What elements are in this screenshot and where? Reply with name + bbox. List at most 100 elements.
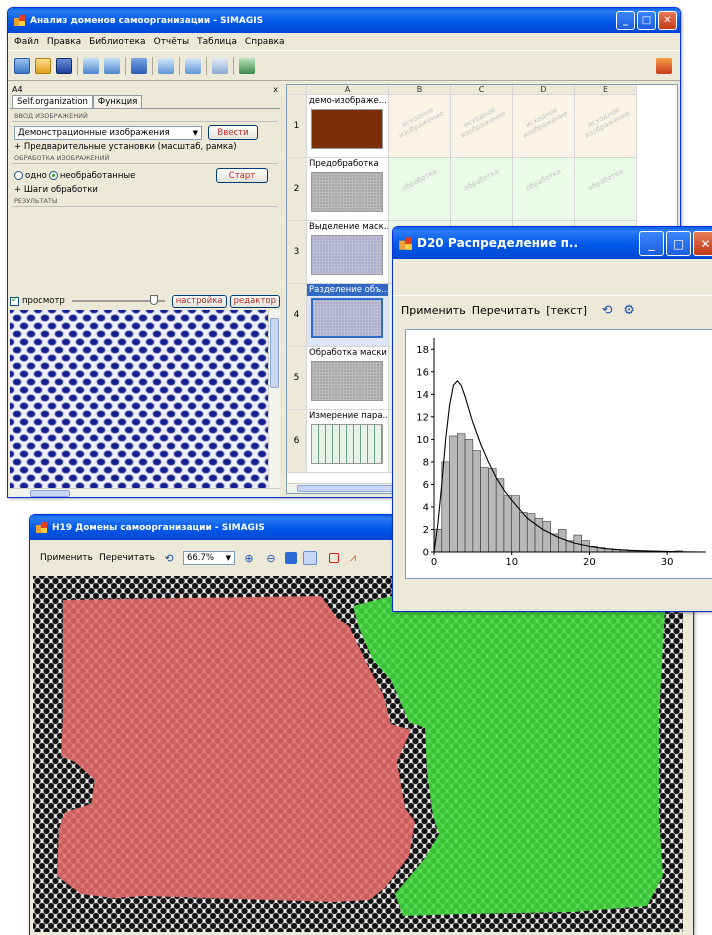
- zoom-in-icon[interactable]: ⊕: [241, 550, 257, 566]
- slider-thumb[interactable]: [149, 295, 158, 305]
- steps-expander[interactable]: + Шаги обработки: [12, 184, 278, 196]
- menu-table[interactable]: Таблица: [197, 37, 237, 47]
- tab-self-organization[interactable]: Self.organization: [12, 95, 93, 108]
- table-cell[interactable]: исходное изображение: [389, 95, 451, 158]
- close-button[interactable]: ✕: [658, 11, 677, 30]
- row-thumbnail: [311, 172, 383, 212]
- scroll-thumb[interactable]: [30, 490, 70, 497]
- new-table-icon[interactable]: [14, 57, 30, 74]
- table-cell[interactable]: обработка: [575, 158, 637, 221]
- apply-button[interactable]: Применить: [40, 553, 93, 563]
- main-titlebar[interactable]: Анализ доменов самоорганизации - SIMAGIS…: [8, 8, 680, 33]
- text-button[interactable]: [текст]: [546, 304, 587, 317]
- app-icon: [36, 522, 47, 533]
- run-icon[interactable]: ⟲: [599, 303, 615, 319]
- zoom-out-icon[interactable]: ⊖: [263, 550, 279, 566]
- table-row[interactable]: Обработка маски: [307, 347, 389, 410]
- histogram-bar: [495, 478, 505, 553]
- enter-button[interactable]: Ввести: [208, 125, 258, 140]
- rectangle-select-icon[interactable]: [328, 553, 339, 563]
- x-tick-label: 10: [505, 557, 518, 568]
- column-header[interactable]: C: [451, 85, 513, 95]
- column-header[interactable]: D: [513, 85, 575, 95]
- column-header[interactable]: E: [575, 85, 637, 95]
- import-icon[interactable]: [83, 57, 99, 74]
- table-cell[interactable]: обработка: [389, 158, 451, 221]
- save-icon[interactable]: [56, 57, 72, 74]
- x-tick-label: 20: [583, 557, 596, 568]
- editor-button[interactable]: редактор: [229, 294, 280, 308]
- histogram-bar: [503, 495, 513, 553]
- report-icon[interactable]: [212, 57, 228, 74]
- maximize-button[interactable]: □: [666, 231, 691, 256]
- menu-reports[interactable]: Отчёты: [154, 37, 190, 47]
- y-tick-label: 4: [423, 502, 429, 513]
- table-row[interactable]: Измерение пара...: [307, 410, 389, 473]
- chart-icon[interactable]: ⩘: [345, 550, 361, 566]
- table-row[interactable]: Предобработка: [307, 158, 389, 221]
- paste-icon[interactable]: [185, 57, 201, 74]
- chevron-down-icon: ▼: [225, 554, 231, 562]
- row-number[interactable]: 4: [287, 284, 307, 347]
- table-row[interactable]: Разделение объ...: [307, 284, 389, 347]
- settings-icon[interactable]: ⚙: [621, 303, 637, 319]
- radio-one[interactable]: [14, 171, 23, 180]
- row-number[interactable]: 6: [287, 410, 307, 473]
- scroll-thumb[interactable]: [270, 318, 279, 388]
- radio-one-label: одно: [25, 170, 47, 181]
- column-header[interactable]: B: [389, 85, 451, 95]
- tab-function[interactable]: Функция: [92, 95, 143, 108]
- preview-checkbox[interactable]: ✓: [10, 295, 19, 306]
- row-number[interactable]: 3: [287, 221, 307, 284]
- puzzle-icon[interactable]: [656, 57, 672, 74]
- histogram-titlebar[interactable]: D20 Распределение п.. _ □ ✕: [393, 227, 712, 259]
- minimize-button[interactable]: _: [616, 11, 635, 30]
- run-icon[interactable]: [131, 57, 147, 74]
- close-pane-icon[interactable]: x: [273, 85, 278, 94]
- preview-scrollbar-vertical[interactable]: [268, 310, 280, 488]
- fit-icon[interactable]: [284, 552, 297, 564]
- y-tick-label: 10: [416, 435, 429, 446]
- reread-button[interactable]: Перечитать: [99, 553, 155, 563]
- menu-file[interactable]: Файл: [14, 37, 39, 47]
- settings-button[interactable]: настройка: [171, 294, 227, 308]
- minimize-button[interactable]: _: [639, 231, 664, 256]
- menu-help[interactable]: Справка: [245, 37, 285, 47]
- presets-expander[interactable]: + Предварительные установки (масштаб, ра…: [12, 141, 278, 153]
- control-pane: A4 x Self.organization Функция ВВОД ИЗОБР…: [10, 84, 280, 497]
- close-button[interactable]: ✕: [693, 231, 712, 256]
- reread-button[interactable]: Перечитать: [472, 304, 540, 317]
- radio-unprocessed-label: необработанные: [59, 170, 136, 181]
- row-number[interactable]: 2: [287, 158, 307, 221]
- run-icon[interactable]: ⟲: [161, 550, 177, 566]
- table-cell[interactable]: обработка: [513, 158, 575, 221]
- menu-edit[interactable]: Правка: [47, 37, 81, 47]
- domain-overlay: [57, 586, 665, 916]
- export-icon[interactable]: [104, 57, 120, 74]
- apply-button[interactable]: Применить: [401, 304, 466, 317]
- zoom-select[interactable]: 66.7% ▼: [182, 551, 235, 565]
- cell-watermark: обработка: [524, 167, 563, 193]
- preview-scrollbar-horizontal[interactable]: [10, 488, 280, 497]
- open-icon[interactable]: [35, 57, 51, 74]
- hand-icon[interactable]: [302, 551, 317, 565]
- menu-library[interactable]: Библиотека: [89, 37, 145, 47]
- maximize-button[interactable]: □: [637, 11, 656, 30]
- column-header[interactable]: A: [307, 85, 389, 95]
- table-cell[interactable]: исходное изображение: [451, 95, 513, 158]
- source-select[interactable]: Демонстрационные изображения ▼: [14, 125, 202, 140]
- start-button[interactable]: Старт: [216, 168, 268, 183]
- table-row[interactable]: демо-изображе...: [307, 95, 389, 158]
- refresh-icon[interactable]: [239, 57, 255, 74]
- copy-icon[interactable]: [158, 57, 174, 74]
- table-cell[interactable]: обработка: [451, 158, 513, 221]
- row-thumbnail: [311, 235, 383, 275]
- table-cell[interactable]: исходное изображение: [575, 95, 637, 158]
- row-number[interactable]: 5: [287, 347, 307, 410]
- table-cell[interactable]: исходное изображение: [513, 95, 575, 158]
- preview-slider[interactable]: [71, 295, 165, 305]
- y-tick-label: 8: [423, 457, 429, 468]
- row-number[interactable]: 1: [287, 95, 307, 158]
- table-row[interactable]: Выделение маск...: [307, 221, 389, 284]
- radio-unprocessed[interactable]: [48, 171, 58, 180]
